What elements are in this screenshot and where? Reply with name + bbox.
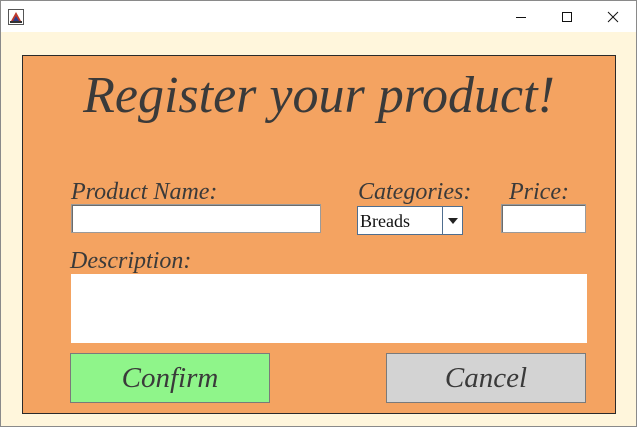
cancel-button[interactable]: Cancel xyxy=(386,353,586,403)
description-label: Description: xyxy=(70,248,192,274)
cancel-button-label: Cancel xyxy=(444,361,528,394)
dropdown-arrow-button[interactable] xyxy=(442,207,462,234)
product-name-label: Product Name: xyxy=(71,179,218,205)
product-name-input[interactable] xyxy=(71,204,321,233)
categories-select[interactable]: Breads xyxy=(357,206,463,235)
chevron-down-icon xyxy=(447,217,458,224)
app-window: Register your product! Product Name: Cat… xyxy=(0,0,637,427)
maximize-icon xyxy=(562,11,572,22)
maximize-button[interactable] xyxy=(544,1,590,32)
minimize-button[interactable] xyxy=(498,1,544,32)
product-form-panel: Register your product! Product Name: Cat… xyxy=(22,55,616,414)
form-heading: Register your product! xyxy=(83,67,555,124)
close-button[interactable] xyxy=(590,1,636,32)
close-icon xyxy=(607,11,619,22)
java-app-icon xyxy=(8,9,24,25)
categories-selected-value: Breads xyxy=(360,211,410,231)
price-input[interactable] xyxy=(501,204,586,233)
confirm-button[interactable]: Confirm xyxy=(70,353,270,403)
categories-label: Categories: xyxy=(358,179,472,205)
description-textarea[interactable] xyxy=(71,274,587,343)
title-bar[interactable] xyxy=(1,1,636,32)
price-label: Price: xyxy=(509,179,569,205)
confirm-button-label: Confirm xyxy=(121,361,219,394)
minimize-icon xyxy=(516,16,526,18)
